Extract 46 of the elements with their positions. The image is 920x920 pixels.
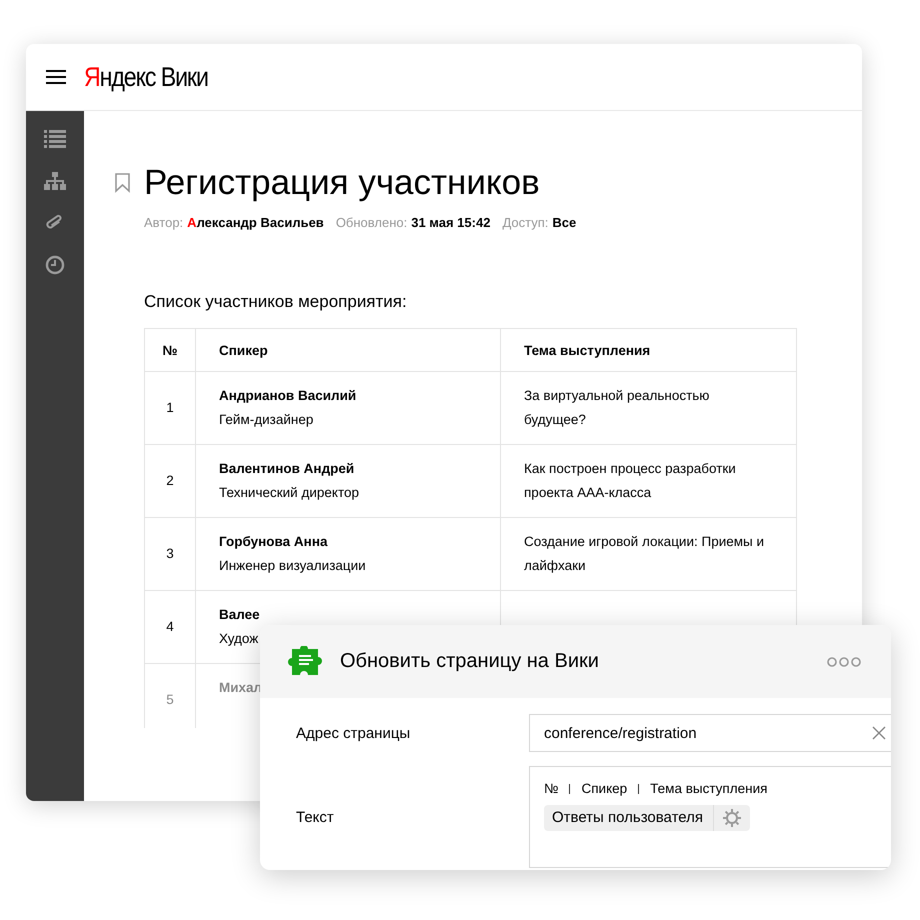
speaker-role: Инженер визуализации (219, 557, 367, 575)
puzzle-icon (288, 646, 322, 678)
speaker-name: Валентинов Андрей (219, 460, 356, 478)
meta-value: Все (552, 215, 576, 230)
field-label: Адрес страницы (296, 724, 412, 742)
meta-label: Автор: (144, 215, 184, 230)
field-label: Текст (296, 808, 335, 826)
more-icon[interactable] (827, 656, 861, 666)
bookmark-icon[interactable] (114, 173, 132, 193)
variable-chip[interactable]: Ответы пользователя (544, 805, 750, 831)
text-field[interactable]: № Спикер Тема выступления Ответы пользователя (529, 766, 891, 868)
speaker-name: Горбунова Анна (219, 533, 329, 551)
number-cell: 2 (144, 444, 196, 518)
topic-text: Создание игровой локации: Приемы и лайфхаки (524, 534, 764, 573)
number-cell: 1 (144, 372, 196, 444)
logo: Яндекс Вики (84, 62, 208, 92)
hierarchy-icon[interactable] (43, 169, 67, 193)
speaker-name: Андрианов Василий (219, 387, 358, 405)
speaker-role: Гейм-дизайнер (219, 411, 314, 429)
menu-icon[interactable] (46, 70, 66, 84)
author-link[interactable]: Александр Васильев (187, 215, 324, 230)
address-field[interactable]: conference/registration (529, 714, 891, 752)
card-title: Обновить страницу на Вики (340, 650, 600, 673)
text-token: Спикер (581, 781, 628, 796)
number-cell: 4 (144, 590, 196, 664)
number-cell: 3 (144, 518, 196, 590)
speaker-role: Худож (219, 630, 260, 648)
column-header: № (144, 328, 196, 372)
topic-text: Как построен процесс разработки проекта ААА-класса (524, 461, 736, 500)
speaker-role: Технический директор (219, 484, 360, 502)
meta-value: 31 мая 15:42 (411, 215, 490, 230)
speaker-name: Валее (219, 606, 261, 624)
clock-icon[interactable] (43, 253, 67, 277)
meta-label: Обновлено: (336, 215, 408, 230)
meta-label: Доступ: (502, 215, 548, 230)
intro-text: Список участников мероприятия: (144, 292, 408, 312)
number-cell: 5 (144, 664, 196, 728)
text-token: Тема выступления (650, 781, 768, 796)
speaker-name: Михал (219, 679, 264, 697)
column-header: Тема выступления (500, 328, 796, 372)
text-token: № (544, 781, 558, 796)
list-icon[interactable] (43, 127, 67, 151)
close-icon[interactable] (872, 726, 886, 740)
column-header: Спикер (196, 328, 500, 372)
topic-text: За виртуальной реальностью будущее? (524, 388, 710, 427)
page-title: Регистрация участников (144, 163, 540, 203)
